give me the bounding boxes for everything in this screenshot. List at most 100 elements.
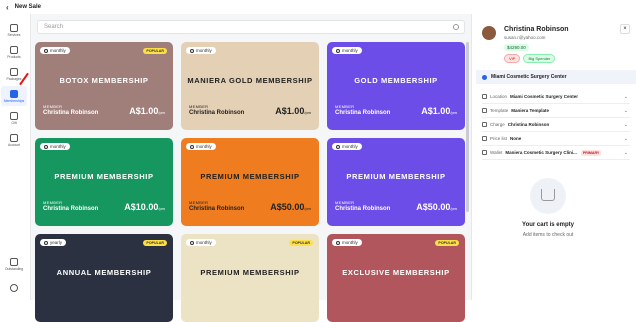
membership-title: BOTOX MEMBERSHIP [59,76,149,85]
chevron-down-icon[interactable]: ⌄ [624,136,628,142]
balance-badge: $4290.00 [504,44,529,51]
sale-details: Location Miami Cosmetic Surgery Center ⌄ Te… [482,90,630,160]
membership-card[interactable]: monthly MANIERA GOLD MEMBERSHIP MEMBER Chr… [181,42,319,130]
popular-badge: POPULAR [143,240,167,246]
member-name: Christina Robinson [189,110,245,116]
sidebar-item-services[interactable]: Services [1,20,27,40]
gear-icon [10,283,18,292]
member-label: MEMBER [43,200,63,205]
member-label: MEMBER [335,104,355,109]
membership-price: A$10.00/pm [124,202,165,212]
membership-title: EXCLUSIVE MEMBERSHIP [342,268,450,277]
products-icon [10,45,18,54]
membership-card[interactable]: monthly POPULAR BOTOX MEMBERSHIP MEMBER Chr… [35,42,173,130]
frequency-tag: monthly [332,239,362,246]
detail-row[interactable]: Location Miami Cosmetic Surgery Center ⌄ [482,90,630,104]
member-name: Christina Robinson [189,206,245,212]
detail-icon [482,136,487,141]
services-icon [10,23,18,32]
frequency-tag: yearly [40,239,67,246]
sidebar-item-gift[interactable]: Gift [1,108,27,128]
sidebar-item-outstanding[interactable]: Outstanding [1,254,27,274]
popular-badge: POPULAR [289,240,313,246]
chevron-down-icon[interactable]: ⌄ [624,108,628,114]
frequency-tag: monthly [186,47,216,54]
member-name: Christina Robinson [43,110,99,116]
membership-title: ANNUAL MEMBERSHIP [56,268,152,277]
packages-icon [10,67,18,76]
account-icon [10,133,18,142]
memberships-icon [10,89,18,98]
membership-title: PREMIUM MEMBERSHIP [200,172,300,181]
membership-title: PREMIUM MEMBERSHIP [346,172,446,181]
empty-cart-illustration [530,178,566,214]
repeat-icon [336,144,340,149]
membership-card[interactable]: monthly PREMIUM MEMBERSHIP MEMBER Christin… [327,138,465,226]
chevron-down-icon[interactable]: ⌄ [624,150,628,156]
repeat-icon [336,240,340,245]
search-icon[interactable] [453,24,459,30]
top-bar: ‹ New Sale [0,0,636,14]
membership-price: A$1.00/pm [129,106,165,116]
empty-cart-subtitle: Add items to check out [522,232,574,238]
scrollbar[interactable] [466,42,469,212]
detail-icon [482,150,487,155]
sidebar-item-products[interactable]: Products [1,42,27,62]
detail-row[interactable]: Template Maniera Template ⌄ [482,104,630,118]
repeat-icon [44,144,48,149]
detail-row[interactable]: Price list None ⌄ [482,132,630,146]
frequency-tag: monthly [186,143,216,150]
sidebar-item-memberships[interactable]: Memberships [1,86,27,106]
sidebar: Services Products Packages Memberships G… [0,14,28,300]
membership-card[interactable]: monthly POPULAR EXCLUSIVE MEMBERSHIP [327,234,465,322]
close-icon[interactable]: × [620,24,630,34]
frequency-tag: monthly [332,47,362,54]
detail-row[interactable]: Charge Christina Robinson ⌄ [482,118,630,132]
membership-card[interactable]: monthly POPULAR PREMIUM MEMBERSHIP [181,234,319,322]
repeat-icon [44,48,48,53]
popular-badge: POPULAR [143,48,167,54]
detail-icon [482,108,487,113]
member-name: Christina Robinson [43,206,99,212]
membership-price: A$1.00/pm [275,106,311,116]
membership-title: GOLD MEMBERSHIP [354,76,438,85]
page-title: New Sale [14,4,42,10]
client-email: susan.r@yahoo.com [504,35,546,40]
membership-card[interactable]: yearly POPULAR ANNUAL MEMBERSHIP [35,234,173,322]
location-pin-icon [482,74,487,80]
membership-card[interactable]: monthly PREMIUM MEMBERSHIP MEMBER Christin… [35,138,173,226]
member-name: Christina Robinson [335,110,391,116]
empty-cart-title: Your cart is empty [522,222,574,228]
sidebar-settings[interactable] [1,278,27,298]
repeat-icon [336,48,340,53]
repeat-icon [190,48,194,53]
detail-icon [482,122,487,127]
membership-card[interactable]: monthly PREMIUM MEMBERSHIP MEMBER Christin… [181,138,319,226]
location-header[interactable]: Miami Cosmetic Surgery Center [476,70,636,84]
frequency-tag: monthly [186,239,216,246]
chevron-down-icon[interactable]: ⌄ [624,122,628,128]
membership-card[interactable]: monthly GOLD MEMBERSHIP MEMBER Christina R… [327,42,465,130]
member-label: MEMBER [189,200,209,205]
avatar [482,26,496,40]
repeat-icon [44,240,48,245]
client-name: Christina Robinson [504,26,569,33]
primary-badge: PRIMARY [580,149,602,156]
member-label: MEMBER [43,104,63,109]
member-label: MEMBER [335,200,355,205]
detail-row[interactable]: Wallet Maniera Cosmetic Surgery Clini... P… [482,146,630,160]
repeat-icon [190,240,194,245]
sale-panel: Christina Robinson susan.r@yahoo.com $42… [476,14,636,300]
membership-price: A$50.00/pm [270,202,311,212]
vip-badge: VIP [504,54,521,63]
frequency-tag: monthly [40,143,70,150]
membership-price: A$1.00/pm [421,106,457,116]
frequency-tag: monthly [40,47,70,54]
cart-icon [541,189,555,201]
gift-icon [10,111,18,120]
catalog-area: Search monthly POPULAR BOTOX MEMBERSHIP MEM… [30,14,472,322]
search-input[interactable]: Search [37,20,465,34]
sidebar-item-account[interactable]: Account [1,130,27,150]
chevron-down-icon[interactable]: ⌄ [624,94,628,100]
back-arrow-icon[interactable]: ‹ [6,3,9,12]
